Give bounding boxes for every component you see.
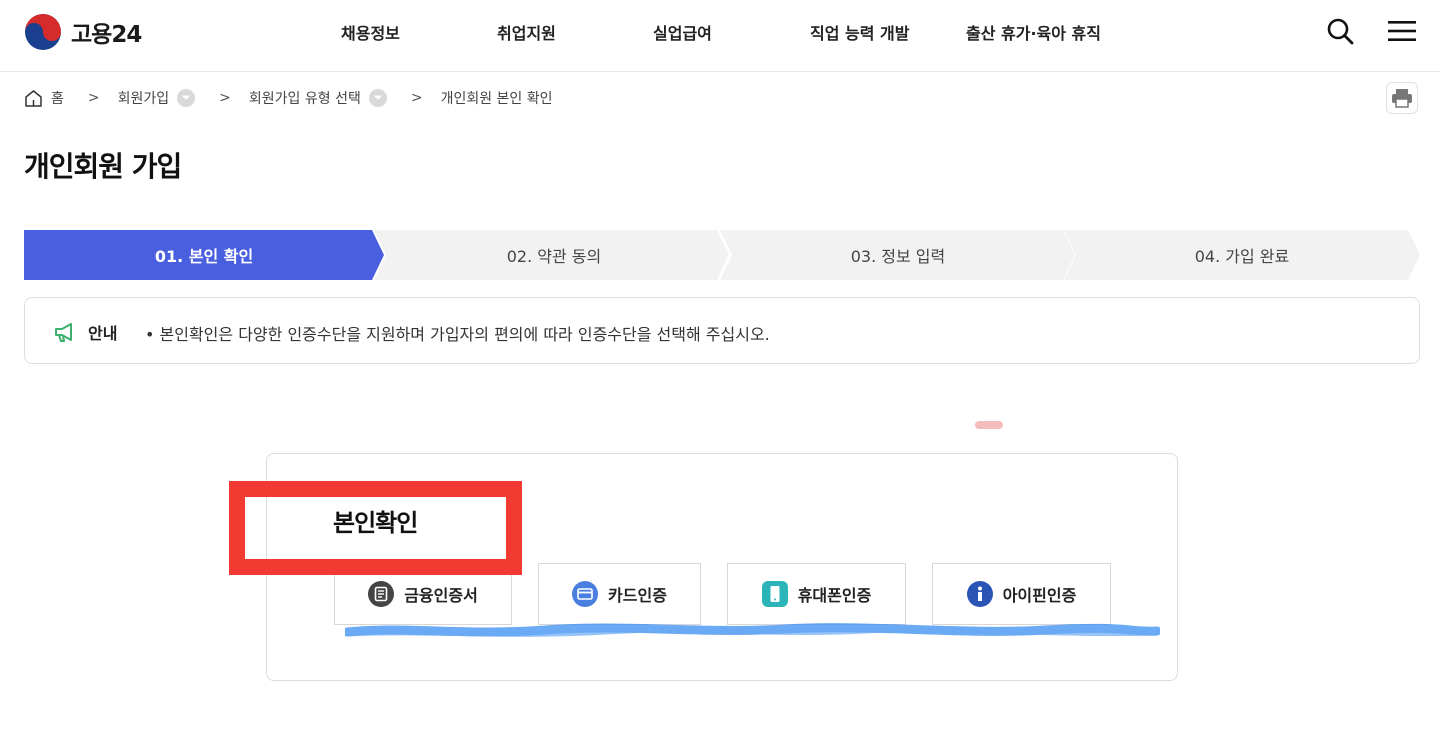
step-signup-complete: 04. 가입 완료 bbox=[1064, 230, 1420, 280]
mobile-verification-button[interactable]: 휴대폰인증 bbox=[727, 563, 906, 625]
pink-annotation-mark bbox=[975, 421, 1003, 429]
method-label: 휴대폰인증 bbox=[797, 586, 872, 605]
notice-box: 안내 • 본인확인은 다양한 인증수단을 지원하며 가입자의 편의에 따라 인증… bbox=[24, 297, 1420, 364]
home-icon bbox=[25, 89, 42, 107]
menu-button[interactable] bbox=[1385, 14, 1419, 48]
chevron-right-icon: > bbox=[410, 90, 423, 106]
chevron-down-icon[interactable] bbox=[368, 89, 387, 107]
card-icon bbox=[572, 581, 599, 607]
notice-text: • 본인확인은 다양한 인증수단을 지원하며 가입자의 편의에 따라 인증수단을… bbox=[145, 325, 770, 344]
chevron-right-icon: > bbox=[87, 90, 100, 106]
mobile-phone-icon bbox=[761, 581, 788, 607]
method-label: 금융인증서 bbox=[404, 586, 478, 605]
breadcrumb: 홈 > 회원가입 > 회원가입 유형 선택 > 개인회원 본인 확인 bbox=[24, 87, 553, 109]
certificate-icon bbox=[368, 581, 395, 607]
chevron-down-icon[interactable] bbox=[177, 89, 196, 107]
site-header: 고용24 채용정보 취업지원 실업급여 직업 능력 개발 출산 휴가·육아 휴직 bbox=[0, 0, 1440, 72]
breadcrumb-item-current: 개인회원 본인 확인 bbox=[441, 88, 553, 108]
nav-item-parental-leave[interactable]: 출산 휴가·육아 휴직 bbox=[966, 20, 1101, 44]
megaphone-icon bbox=[55, 323, 72, 342]
breadcrumb-home[interactable]: 홈 bbox=[24, 88, 64, 108]
chevron-right-icon: > bbox=[219, 90, 231, 106]
breadcrumb-home-label: 홈 bbox=[51, 91, 64, 107]
breadcrumb-item-label: 회원가입 bbox=[117, 91, 170, 107]
signup-steps: 01. 본인 확인 02. 약관 동의 03. 정보 입력 04. 가입 완료 bbox=[24, 230, 1420, 280]
page-title: 개인회원 가입 bbox=[24, 150, 182, 183]
step-label: 03. 정보 입력 bbox=[850, 247, 946, 266]
breadcrumb-item-label: 회원가입 유형 선택 bbox=[248, 91, 361, 107]
step-identity-verification: 01. 본인 확인 bbox=[24, 230, 384, 280]
hamburger-menu-icon bbox=[1388, 21, 1416, 41]
breadcrumb-item-signup-type[interactable]: 회원가입 유형 선택 bbox=[249, 88, 387, 108]
breadcrumb-item-signup[interactable]: 회원가입 bbox=[118, 88, 196, 108]
step-label: 02. 약관 동의 bbox=[506, 247, 602, 266]
step-info-input: 03. 정보 입력 bbox=[720, 230, 1076, 280]
notice-label: 안내 bbox=[88, 324, 118, 343]
method-label: 카드인증 bbox=[608, 586, 667, 605]
nav-item-employment-support[interactable]: 취업지원 bbox=[497, 20, 556, 44]
search-button[interactable] bbox=[1323, 14, 1357, 48]
blue-scribble-annotation bbox=[345, 623, 1160, 637]
nav-item-unemployment-benefits[interactable]: 실업급여 bbox=[653, 20, 712, 44]
nav-item-job-skills[interactable]: 직업 능력 개발 bbox=[810, 20, 909, 44]
search-icon bbox=[1327, 18, 1354, 45]
breadcrumb-item-label: 개인회원 본인 확인 bbox=[440, 91, 553, 107]
method-label: 아이핀인증 bbox=[1002, 586, 1077, 605]
printer-icon bbox=[1392, 89, 1412, 108]
verification-title: 본인확인 bbox=[333, 509, 418, 537]
step-label: 01. 본인 확인 bbox=[154, 247, 254, 266]
main-nav: 채용정보 취업지원 실업급여 직업 능력 개발 출산 휴가·육아 휴직 bbox=[0, 20, 1440, 44]
nav-item-jobs[interactable]: 채용정보 bbox=[341, 20, 400, 44]
step-terms-agreement: 02. 약관 동의 bbox=[374, 230, 734, 280]
step-label: 04. 가입 완료 bbox=[1194, 247, 1290, 266]
card-verification-button[interactable]: 카드인증 bbox=[538, 563, 701, 625]
info-icon bbox=[966, 581, 993, 607]
print-button[interactable] bbox=[1386, 82, 1418, 114]
ipin-verification-button[interactable]: 아이핀인증 bbox=[932, 563, 1111, 625]
